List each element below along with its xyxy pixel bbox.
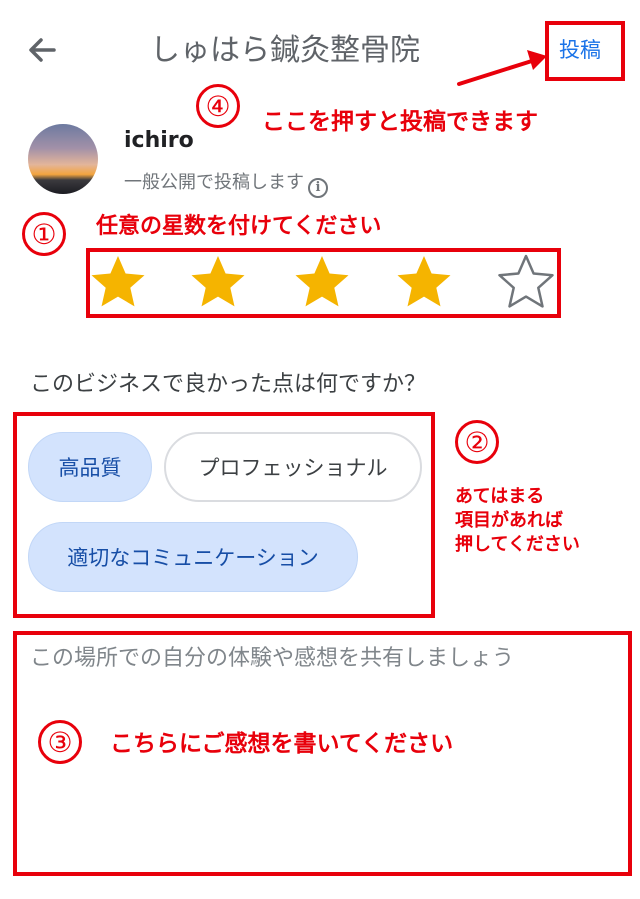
user-name: ichiro bbox=[124, 128, 194, 153]
info-icon[interactable]: i bbox=[308, 177, 328, 198]
chip-professional[interactable]: プロフェッショナル bbox=[164, 432, 422, 502]
annotation-arrow-icon bbox=[455, 40, 555, 90]
annotation-number-1: ① bbox=[22, 212, 66, 256]
star-filled-icon[interactable] bbox=[188, 252, 248, 312]
annotation-number-2: ② bbox=[455, 420, 499, 464]
avatar bbox=[28, 124, 98, 194]
star-filled-icon[interactable] bbox=[88, 252, 148, 312]
annotation-step3-text: こちらにご感想を書いてください bbox=[110, 731, 454, 757]
chip-good-communication[interactable]: 適切なコミュニケーション bbox=[28, 522, 358, 592]
back-arrow-icon[interactable] bbox=[22, 30, 62, 70]
annotation-number-4: ④ bbox=[196, 84, 240, 128]
page-title: しゅはら鍼灸整骨院 bbox=[150, 33, 420, 68]
annotation-step4-text: ここを押すと投稿できます bbox=[262, 109, 538, 135]
chip-label: プロフェッショナル bbox=[198, 456, 388, 480]
visibility-label: 一般公開で投稿します bbox=[124, 172, 304, 193]
question-label: このビジネスで良かった点は何ですか？ bbox=[30, 372, 427, 397]
review-textarea[interactable] bbox=[30, 643, 605, 733]
chip-label: 高品質 bbox=[58, 456, 122, 480]
annotation-number-3: ③ bbox=[38, 720, 82, 764]
annotation-step1-text: 任意の星数を付けてください bbox=[96, 214, 382, 239]
star-filled-icon[interactable] bbox=[394, 252, 454, 312]
visibility-text: 一般公開で投稿します i bbox=[124, 168, 328, 198]
chip-label: 適切なコミュニケーション bbox=[67, 546, 319, 570]
star-empty-icon[interactable] bbox=[496, 252, 556, 312]
star-filled-icon[interactable] bbox=[292, 252, 352, 312]
annotation-step2-text: あてはまる 項目があれば 押してください bbox=[455, 485, 580, 557]
annotation-step2-line3: 押してください bbox=[455, 534, 580, 555]
annotation-step2-line1: あてはまる bbox=[455, 486, 545, 507]
annotation-step2-line2: 項目があれば bbox=[455, 510, 563, 531]
post-button[interactable]: 投稿 bbox=[559, 34, 601, 64]
chip-high-quality[interactable]: 高品質 bbox=[28, 432, 152, 502]
